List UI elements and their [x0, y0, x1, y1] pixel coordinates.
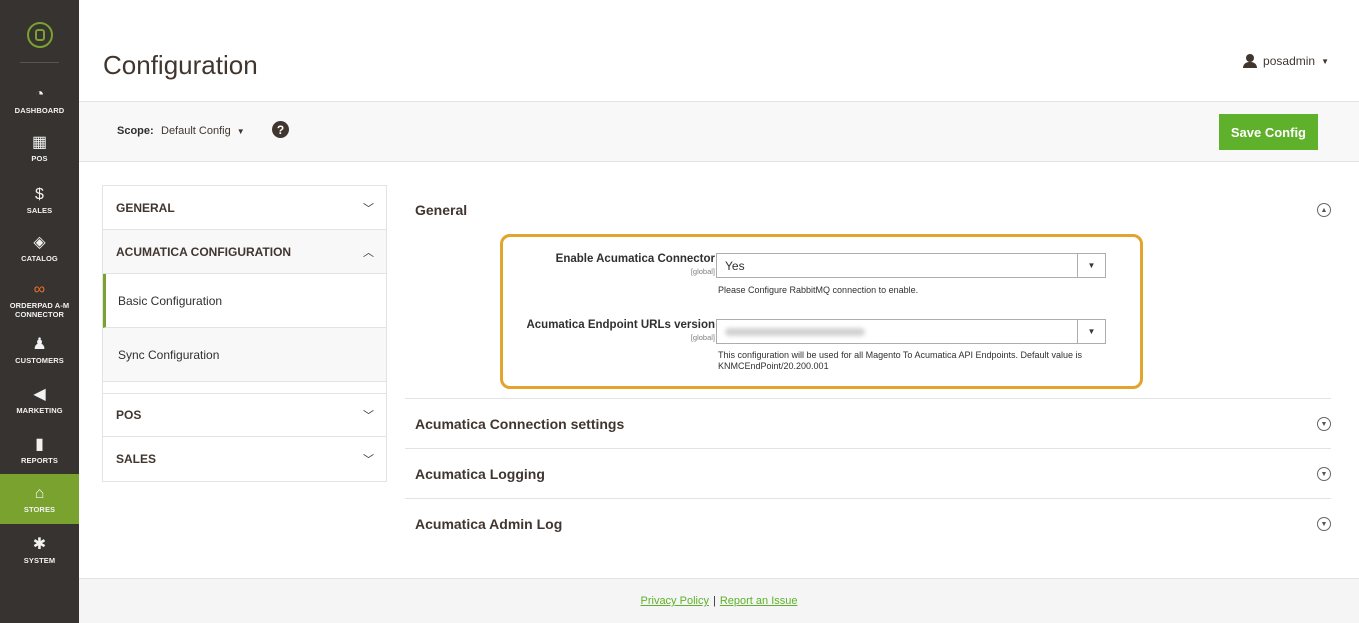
cube-icon: ◈	[33, 234, 46, 251]
section-admin-log-title: Acumatica Admin Log	[415, 516, 563, 532]
tab-general[interactable]: GENERAL ﹀	[103, 186, 386, 230]
menu-item-pos[interactable]: ▦ POS	[0, 126, 79, 170]
menu-item-dashboard[interactable]: ◔ DASHBOARD	[0, 82, 79, 118]
chevron-down-icon: ﹀	[363, 454, 374, 466]
menu-item-marketing[interactable]: ◀ MARKETING	[0, 380, 79, 420]
chevron-down-icon: ▼	[1321, 56, 1329, 66]
gear-icon: ✱	[32, 536, 47, 553]
pos-icon: ▦	[31, 134, 48, 151]
section-general-header[interactable]: General ▲	[415, 202, 1331, 218]
admin-sidebar: ◔ DASHBOARD ▦ POS $ SALES ◈ CATALOG ∞ OR…	[0, 0, 79, 623]
user-menu[interactable]: posadmin ▼	[1243, 54, 1329, 68]
dollar-icon: $	[35, 186, 44, 203]
chevron-down-icon: ﹀	[363, 202, 374, 215]
tab-general-label: GENERAL	[116, 200, 175, 215]
menu-label-customers: CUSTOMERS	[15, 356, 64, 365]
tab-pos[interactable]: POS ﹀	[103, 393, 386, 437]
menu-label-reports: REPORTS	[21, 456, 58, 465]
divider	[405, 448, 1331, 449]
chevron-down-icon: ▼	[1077, 320, 1105, 343]
tab-sales-label: SALES	[116, 452, 157, 466]
section-logging-header[interactable]: Acumatica Logging ▼	[415, 466, 1331, 482]
orderpad-icon: ∞	[33, 280, 46, 298]
section-logging-title: Acumatica Logging	[415, 466, 545, 482]
collapse-icon[interactable]: ▲	[1317, 203, 1331, 217]
config-tabs: GENERAL ﹀ ACUMATICA CONFIGURATION ︿ Basi…	[102, 185, 387, 482]
tab-pos-label: POS	[116, 408, 142, 422]
tab-acumatica-configuration[interactable]: ACUMATICA CONFIGURATION ︿	[103, 230, 386, 274]
expand-icon[interactable]: ▼	[1317, 417, 1331, 431]
menu-label-pos: POS	[31, 154, 48, 163]
divider	[405, 398, 1331, 399]
section-connection-header[interactable]: Acumatica Connection settings ▼	[415, 416, 1331, 432]
user-name: posadmin	[1263, 54, 1316, 68]
dashboard-icon: ◔	[34, 86, 45, 103]
tab-sync-configuration[interactable]: Sync Configuration	[103, 328, 386, 382]
chevron-up-icon: ︿	[363, 246, 374, 259]
menu-item-sales[interactable]: $ SALES	[0, 180, 79, 220]
menu-label-orderpad: ORDERPAD A-M CONNECTOR	[9, 300, 70, 319]
menu-item-stores[interactable]: ⌂ STORES	[0, 474, 79, 524]
scope-bar: Scope: Default Config ▼ ? Save Config	[79, 101, 1359, 162]
menu-label-marketing: MARKETING	[16, 406, 63, 415]
enable-connector-value: Yes	[725, 258, 745, 273]
customer-icon: ♟	[32, 336, 47, 353]
footer-separator: |	[712, 595, 716, 607]
enable-connector-label: Enable Acumatica Connector	[555, 253, 715, 265]
menu-item-reports[interactable]: ▮ REPORTS	[0, 430, 79, 470]
chevron-down-icon: ▼	[1077, 254, 1105, 277]
endpoint-version-scope: [global]	[690, 333, 715, 342]
page-title: Configuration	[103, 50, 258, 80]
enable-connector-select[interactable]: Yes ▼	[716, 253, 1106, 278]
menu-item-system[interactable]: ✱ SYSTEM	[0, 530, 79, 570]
bar-chart-icon: ▮	[35, 436, 44, 453]
privacy-policy-link[interactable]: Privacy Policy	[641, 595, 709, 607]
enable-connector-note: Please Configure RabbitMQ connection to …	[718, 285, 919, 295]
endpoint-version-label: Acumatica Endpoint URLs version	[526, 319, 715, 331]
tab-acumatica-label: ACUMATICA CONFIGURATION	[116, 244, 292, 259]
store-icon: ⌂	[34, 485, 45, 502]
chevron-down-icon: ▼	[236, 126, 245, 136]
scope-switcher[interactable]: Default Config ▼	[161, 125, 245, 137]
scope-label: Scope:	[117, 125, 154, 137]
menu-label-sales: SALES	[26, 206, 53, 215]
scope-value: Default Config	[161, 125, 231, 137]
blurred-value	[725, 327, 865, 336]
logo-inner	[34, 29, 45, 41]
divider	[405, 498, 1331, 499]
menu-label-catalog: CATALOG	[21, 254, 58, 263]
expand-icon[interactable]: ▼	[1317, 467, 1331, 481]
report-issue-link[interactable]: Report an Issue	[720, 595, 798, 607]
save-config-button[interactable]: Save Config	[1218, 114, 1318, 150]
footer: Privacy Policy | Report an Issue	[79, 578, 1359, 623]
tab-basic-configuration[interactable]: Basic Configuration	[103, 274, 386, 328]
help-icon[interactable]: ?	[272, 121, 289, 138]
enable-connector-scope: [global]	[690, 267, 715, 276]
magento-logo-icon[interactable]	[0, 0, 79, 70]
section-general-title: General	[415, 202, 468, 218]
section-admin-log-header[interactable]: Acumatica Admin Log ▼	[415, 516, 1331, 532]
endpoint-version-note: This configuration will be used for all …	[718, 350, 1083, 371]
megaphone-icon: ◀	[33, 386, 46, 403]
logo-divider	[20, 62, 59, 63]
tab-sales[interactable]: SALES ﹀	[103, 437, 386, 481]
menu-item-catalog[interactable]: ◈ CATALOG	[0, 228, 79, 268]
section-connection-title: Acumatica Connection settings	[415, 416, 625, 432]
menu-item-customers[interactable]: ♟ CUSTOMERS	[0, 330, 79, 370]
endpoint-version-select[interactable]: ▼	[716, 319, 1106, 344]
logo-ring	[26, 22, 53, 48]
expand-icon[interactable]: ▼	[1317, 517, 1331, 531]
menu-label-dashboard: DASHBOARD	[14, 106, 65, 115]
menu-label-system: SYSTEM	[23, 556, 56, 565]
user-icon	[1243, 54, 1258, 68]
chevron-down-icon: ﹀	[363, 410, 374, 422]
menu-item-orderpad-connector[interactable]: ∞ ORDERPAD A-M CONNECTOR	[0, 276, 79, 322]
menu-label-stores: STORES	[23, 505, 56, 514]
